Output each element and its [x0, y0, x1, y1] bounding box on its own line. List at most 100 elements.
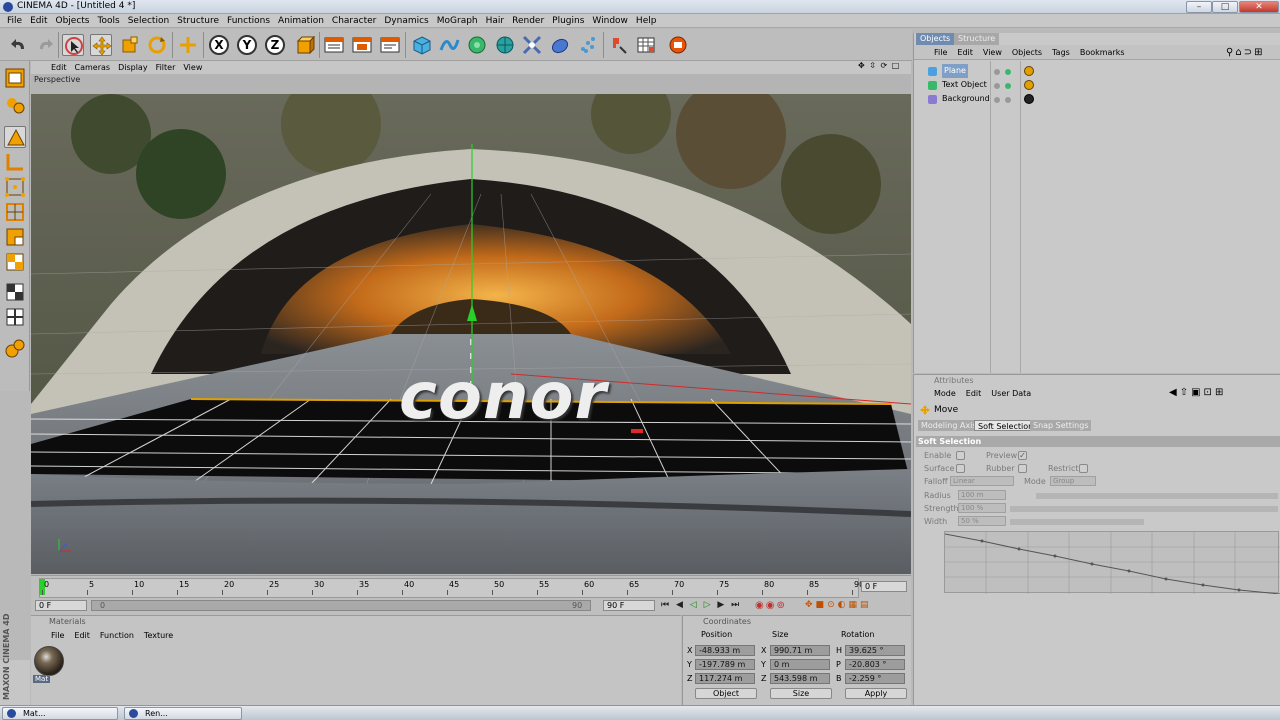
use-points-mode-icon[interactable]: [4, 176, 26, 198]
strength-field[interactable]: 100 %: [958, 503, 1006, 513]
viewport-menu-display[interactable]: Display: [118, 61, 156, 74]
close-button[interactable]: ✕: [1239, 1, 1279, 13]
objects-menu-view[interactable]: View: [983, 45, 1012, 59]
menu-dynamics[interactable]: Dynamics: [381, 14, 433, 27]
object-name[interactable]: Background: [942, 92, 990, 106]
material-tag-icon[interactable]: [1024, 80, 1034, 90]
radius-field[interactable]: 100 m: [958, 490, 1006, 500]
object-row-plane[interactable]: Plane: [918, 64, 1278, 78]
materials-menu-texture[interactable]: Texture: [144, 629, 183, 642]
back-arrow-icon[interactable]: ◀: [1169, 387, 1180, 398]
objects-menu-tags[interactable]: Tags: [1052, 45, 1080, 59]
menu-plugins[interactable]: Plugins: [549, 14, 589, 27]
pla-key-icon[interactable]: ▦: [848, 600, 860, 610]
tweak-mode-icon[interactable]: [4, 281, 26, 303]
enable-checkbox[interactable]: [956, 451, 965, 460]
menu-character[interactable]: Character: [329, 14, 381, 27]
sculpt-icon[interactable]: [4, 337, 26, 359]
size-mode-select[interactable]: Size: [770, 688, 832, 699]
menu-structure[interactable]: Structure: [174, 14, 224, 27]
link-icon[interactable]: ⊃: [1244, 47, 1254, 58]
rot-b-field[interactable]: -2.259 °: [845, 673, 905, 684]
material-tag-icon[interactable]: [1024, 94, 1034, 104]
material-name[interactable]: Mat: [33, 675, 51, 683]
surface-checkbox[interactable]: [956, 464, 965, 473]
material-preview-ball[interactable]: [34, 646, 64, 676]
y-axis-lock-button[interactable]: Y: [237, 35, 257, 55]
object-row-background[interactable]: Background: [918, 92, 1278, 106]
restrict-checkbox[interactable]: [1079, 464, 1088, 473]
x-axis-lock-button[interactable]: X: [209, 35, 229, 55]
use-model-mode-icon[interactable]: [4, 67, 26, 89]
play-forward-icon[interactable]: ▷: [704, 600, 713, 610]
object-name[interactable]: Text Object: [942, 78, 987, 92]
new-window-icon[interactable]: ⊞: [1254, 47, 1264, 58]
undo-icon[interactable]: [8, 34, 30, 56]
camera-icon[interactable]: [667, 34, 689, 56]
snap-icon[interactable]: [4, 306, 26, 328]
z-axis-lock-button[interactable]: Z: [265, 35, 285, 55]
render-view-icon[interactable]: [323, 34, 345, 56]
coordinate-mode-select[interactable]: Object: [695, 688, 757, 699]
goto-end-icon[interactable]: ⏭: [731, 600, 741, 610]
falloff-curve-graph[interactable]: [944, 531, 1280, 595]
next-key-icon[interactable]: ▶: [717, 600, 726, 610]
auto-keying-icon[interactable]: ◉: [766, 600, 777, 611]
falloff-select[interactable]: Linear: [950, 476, 1014, 486]
menu-selection[interactable]: Selection: [125, 14, 174, 27]
key-type-controls[interactable]: ✥■⊙◐▦▤: [805, 600, 872, 610]
size-z-field[interactable]: 543.598 m: [770, 673, 830, 684]
record-controls[interactable]: ◉◉⊚: [755, 600, 787, 611]
light-icon[interactable]: [607, 34, 629, 56]
objects-menu-objects[interactable]: Objects: [1012, 45, 1052, 59]
width-slider[interactable]: [1010, 519, 1144, 525]
spline-pen-icon[interactable]: [438, 34, 460, 56]
preview-checkbox[interactable]: ✓: [1018, 451, 1027, 460]
deformer-icon[interactable]: [521, 34, 543, 56]
scale-tool-icon[interactable]: [118, 34, 140, 56]
render-to-picture-viewer-icon[interactable]: [351, 34, 373, 56]
keyframe-selection-icon[interactable]: ⊚: [776, 600, 786, 611]
cube-icon[interactable]: [411, 34, 433, 56]
object-row-text[interactable]: Text Object: [918, 78, 1278, 92]
pos-y-field[interactable]: -197.789 m: [695, 659, 755, 670]
use-polygons-mode-icon[interactable]: [4, 226, 26, 248]
record-keys-icon[interactable]: ◉: [755, 600, 766, 611]
rotate-tool-icon[interactable]: [146, 34, 168, 56]
object-tool-icon[interactable]: [177, 34, 199, 56]
viewport-menu-filter[interactable]: Filter: [156, 61, 184, 74]
menu-render[interactable]: Render: [509, 14, 549, 27]
prev-key-icon[interactable]: ◀: [676, 600, 685, 610]
preview-start-field[interactable]: 0 F: [35, 600, 87, 611]
rot-p-field[interactable]: -20.803 °: [845, 659, 905, 670]
home-icon[interactable]: ⌂: [1235, 47, 1243, 58]
rotation-key-icon[interactable]: ⊙: [827, 600, 838, 610]
attributes-menu-edit[interactable]: Edit: [966, 387, 992, 401]
tab-objects[interactable]: Objects: [916, 33, 955, 45]
material-tag-icon[interactable]: [1024, 66, 1034, 76]
visibility-dots[interactable]: [994, 94, 1016, 108]
viewport-menu-view[interactable]: View: [183, 61, 210, 74]
width-field[interactable]: 50 %: [958, 516, 1006, 526]
menu-objects[interactable]: Objects: [53, 14, 95, 27]
tab-structure[interactable]: Structure: [954, 33, 1000, 45]
play-backward-icon[interactable]: ◁: [690, 600, 699, 610]
materials-menu-file[interactable]: File: [51, 629, 74, 642]
mode-select[interactable]: Group: [1050, 476, 1096, 486]
rubber-checkbox[interactable]: [1018, 464, 1027, 473]
objects-menu-bookmarks[interactable]: Bookmarks: [1080, 45, 1135, 59]
position-key-icon[interactable]: ✥: [805, 600, 816, 610]
objects-menu-edit[interactable]: Edit: [957, 45, 983, 59]
taskbar-item-material[interactable]: Mat...: [2, 707, 118, 720]
menu-mograph[interactable]: MoGraph: [434, 14, 483, 27]
materials-menu-function[interactable]: Function: [100, 629, 144, 642]
tab-snap-settings[interactable]: Snap Settings: [1030, 420, 1092, 431]
menu-file[interactable]: File: [4, 14, 27, 27]
size-y-field[interactable]: 0 m: [770, 659, 830, 670]
scale-key-icon[interactable]: ■: [816, 600, 828, 610]
menu-hair[interactable]: Hair: [483, 14, 509, 27]
use-edges-mode-icon[interactable]: [4, 201, 26, 223]
scene-icon[interactable]: [549, 34, 571, 56]
current-frame-display[interactable]: 0 F: [861, 581, 907, 592]
menu-functions[interactable]: Functions: [224, 14, 275, 27]
